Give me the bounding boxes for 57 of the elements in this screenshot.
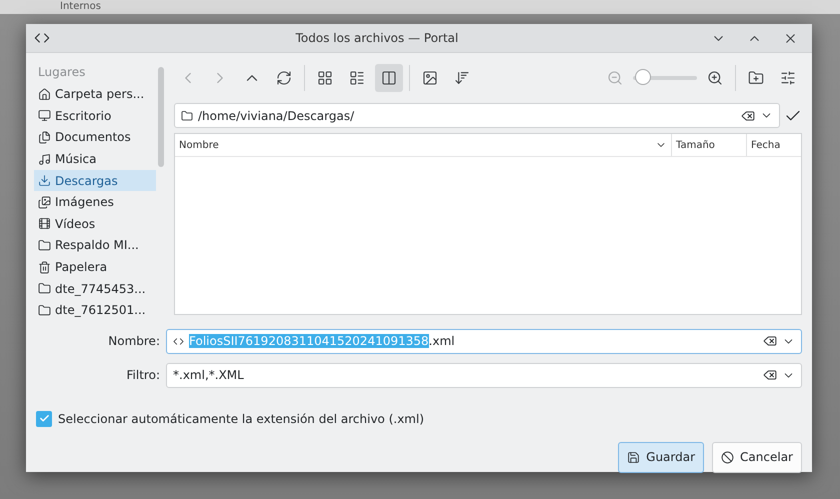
window-title: Todos los archivos — Portal (294, 31, 460, 45)
place-icon (38, 304, 51, 317)
save-button[interactable]: Guardar (618, 442, 704, 473)
clear-icon (741, 108, 755, 122)
sidebar-item[interactable]: dte_7612501... (34, 300, 156, 321)
sidebar-item[interactable]: Papelera (34, 256, 156, 278)
scrollbar-thumb[interactable] (158, 67, 164, 167)
sidebar-item[interactable]: Descargas (34, 170, 156, 191)
settings-icon (780, 70, 796, 86)
field-label: Filtro: (126, 368, 160, 382)
clear-icon (763, 334, 777, 348)
detail-view-icon (381, 70, 397, 86)
path-field[interactable]: /home/viviana/Descargas/ (174, 103, 780, 128)
backdrop-text: Internos (60, 2, 101, 12)
sidebar-item[interactable]: Imágenes (34, 192, 156, 213)
place-icon (38, 217, 51, 230)
filename-field[interactable]: FoliosSII7619208311041520241091358.xml (166, 328, 802, 354)
code-icon (173, 336, 184, 347)
check-icon (38, 413, 50, 424)
checkbox-label: Seleccionar automáticamente la extensión del archivo (.xml) (58, 412, 424, 426)
cancel-icon (721, 450, 734, 464)
place-icon (38, 282, 51, 296)
reload-icon (276, 70, 292, 86)
view-mode-button[interactable] (375, 64, 403, 92)
field-label: Nombre: (107, 334, 160, 348)
checkbox[interactable] (36, 410, 52, 427)
place-icon (38, 260, 51, 274)
column-header[interactable]: Tamaño (671, 134, 746, 156)
folder-plus-icon (748, 70, 764, 86)
place-icon (38, 109, 51, 122)
clear-icon (763, 368, 777, 382)
sidebar-heading: Lugares (37, 65, 86, 81)
sidebar-item[interactable]: Vídeos (34, 214, 156, 234)
sidebar-item[interactable]: Escritorio (34, 106, 156, 126)
zoom-out-icon (607, 70, 623, 86)
sort-icon (454, 70, 470, 86)
compact-view-icon (349, 70, 365, 86)
sidebar-item[interactable]: Documentos (34, 127, 156, 148)
icon-view-icon (317, 70, 333, 86)
sidebar-item[interactable]: Carpeta pers... (34, 84, 156, 105)
sidebar-item[interactable]: dte_7745453... (34, 278, 156, 299)
sidebar-item[interactable]: Respaldo MI... (34, 235, 156, 256)
place-icon (38, 130, 51, 144)
slider-thumb[interactable] (634, 69, 651, 85)
column-header[interactable]: Nombre (175, 134, 671, 156)
sidebar-item[interactable]: Música (34, 148, 156, 170)
folder-icon (181, 110, 193, 122)
place-icon (38, 174, 51, 188)
place-icon (38, 88, 51, 101)
image-icon (422, 70, 438, 86)
place-icon (38, 196, 51, 209)
zoom-in-icon (707, 70, 723, 86)
column-header[interactable]: Fecha (746, 134, 801, 156)
filter-field[interactable]: *.xml,*.XML (166, 362, 802, 388)
cancel-button[interactable]: Cancelar (712, 442, 802, 473)
place-icon (38, 152, 51, 166)
place-icon (38, 238, 51, 252)
